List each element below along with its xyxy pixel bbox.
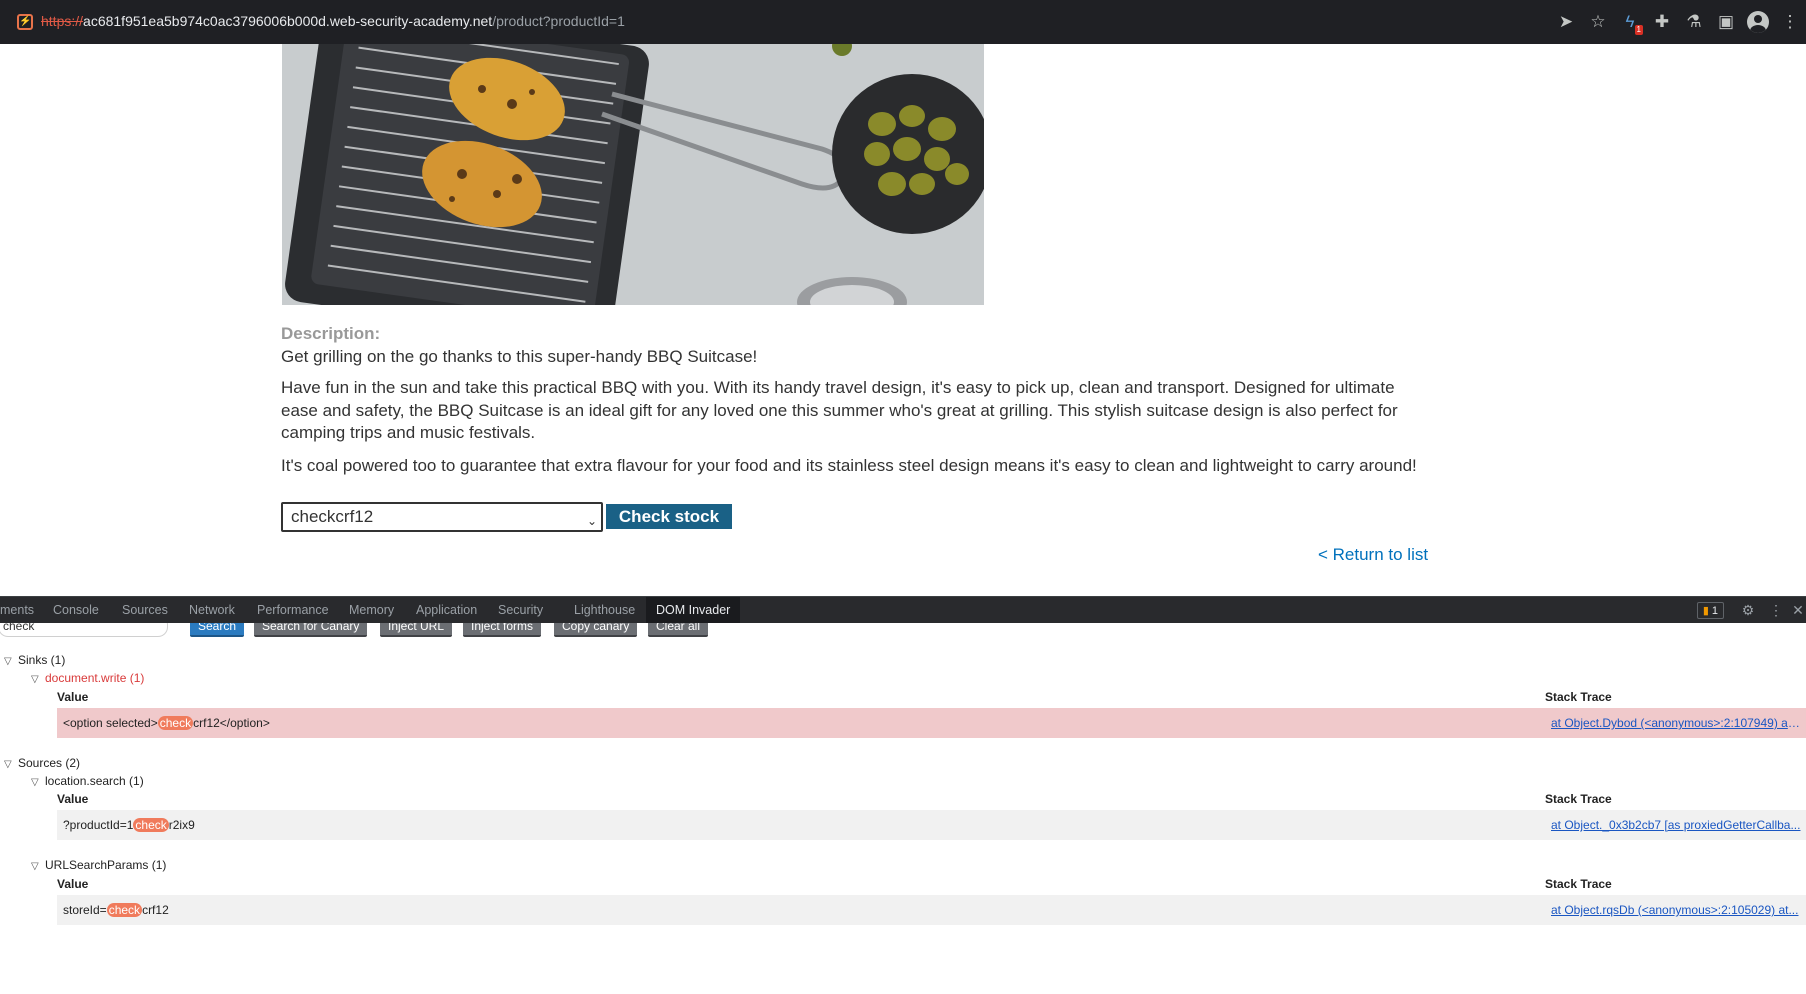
urlsearchparams-tree-node[interactable]: ▽ URLSearchParams (1) [31, 858, 166, 872]
tab-memory[interactable]: Memory [349, 597, 394, 624]
stack-trace-link[interactable]: at Object._0x3b2cb7 [as proxiedGetterCal… [1551, 818, 1801, 832]
table-row: ?productId=1 check r2ix9 at Object._0x3b2c… [57, 810, 1806, 840]
browser-toolbar: ⚡ https://ac681f951ea5b974c0ac3796006b00… [0, 0, 1806, 44]
canary-highlight: check [133, 818, 169, 832]
location-search-tree-node[interactable]: ▽ location.search (1) [31, 774, 144, 788]
store-select[interactable]: checkcrf12 ⌄ [281, 502, 603, 532]
table-row: storeId= check crf12 at Object.rqsDb (<ano… [57, 895, 1806, 925]
value-prefix: ?productId=1 [63, 818, 134, 832]
clear-all-button[interactable]: Clear all [648, 623, 709, 637]
description-paragraph: Have fun in the sun and take this practi… [281, 378, 1398, 442]
value-prefix: storeId= [63, 903, 107, 917]
search-input[interactable]: check [0, 623, 168, 637]
address-bar[interactable]: https://ac681f951ea5b974c0ac3796006b000d… [41, 13, 625, 29]
extension-badge-count: 1 [1634, 25, 1643, 35]
store-select-value: checkcrf12 [291, 507, 374, 526]
value-suffix: r2ix9 [168, 818, 195, 832]
url-scheme: https:// [41, 13, 84, 29]
issues-badge[interactable]: ▮ 1 [1696, 602, 1724, 619]
sources-label: Sources (2) [18, 756, 81, 770]
chevron-down-icon: ▽ [31, 674, 39, 685]
tab-dom-invader[interactable]: DOM Invader [646, 597, 741, 624]
issues-count: 1 [1711, 605, 1718, 617]
stack-trace-column-header: Stack Trace [1545, 877, 1612, 891]
chevron-down-icon: ▽ [31, 861, 39, 872]
site-info-icon[interactable]: ⚡ [17, 14, 33, 30]
chevron-down-icon: ⌄ [586, 514, 597, 528]
tab-elements[interactable]: ments [0, 597, 34, 624]
stack-trace-link[interactable]: at Object.Dybod (<anonymous>:2:107949) a… [1551, 716, 1801, 730]
stack-trace-link[interactable]: at Object.rqsDb (<anonymous>:2:105029) a… [1551, 903, 1801, 917]
value-suffix: crf12</option> [193, 716, 270, 730]
table-row: <option selected> check crf12</option> at … [57, 708, 1806, 738]
profile-icon[interactable] [1742, 6, 1774, 38]
description-label: Description: [281, 324, 381, 343]
search-input-value: check [3, 623, 35, 633]
description-paragraph: It's coal powered too to guarantee that … [281, 456, 1417, 475]
inject-forms-button[interactable]: Inject forms [463, 623, 542, 637]
avatar [1747, 11, 1769, 33]
gear-icon[interactable]: ⚙ [1734, 602, 1762, 619]
chevron-down-icon: ▽ [4, 759, 12, 770]
devtools-tab-bar: ments Console Sources Network Performanc… [0, 596, 1806, 624]
tab-lighthouse[interactable]: Lighthouse [574, 597, 635, 624]
copy-canary-button[interactable]: Copy canary [554, 623, 638, 637]
more-icon[interactable]: ⋮ [1762, 602, 1790, 619]
product-image [282, 44, 984, 305]
value-column-header: Value [57, 690, 89, 704]
value-prefix: <option selected> [63, 716, 158, 730]
location-search-label: location.search (1) [45, 774, 144, 788]
value-column-header: Value [57, 877, 89, 891]
sink-value: <option selected> check crf12</option> [63, 716, 270, 730]
tab-performance[interactable]: Performance [257, 597, 329, 624]
source-value: storeId= check crf12 [63, 903, 169, 917]
bbq-photo [282, 44, 984, 305]
url-host: ac681f951ea5b974c0ac3796006b000d.web-sec… [83, 13, 493, 29]
check-stock-button[interactable]: Check stock [606, 504, 732, 529]
canary-highlight: check [157, 716, 194, 730]
search-canary-button[interactable]: Search for Canary [254, 623, 368, 637]
sidebar-icon[interactable]: ▣ [1710, 6, 1742, 38]
sinks-label: Sinks (1) [18, 653, 66, 667]
search-button[interactable]: Search [190, 623, 245, 637]
urlsearchparams-label: URLSearchParams (1) [45, 858, 167, 872]
tab-console[interactable]: Console [53, 597, 99, 624]
stack-trace-column-header: Stack Trace [1545, 690, 1612, 704]
chevron-down-icon: ▽ [31, 777, 39, 788]
dom-invader-panel: check Search Search for Canary Inject UR… [0, 623, 1806, 994]
menu-icon[interactable]: ⋮ [1774, 6, 1806, 38]
sources-tree-node[interactable]: ▽ Sources (2) [4, 756, 80, 770]
stack-trace-column-header: Stack Trace [1545, 792, 1612, 806]
source-value: ?productId=1 check r2ix9 [63, 818, 195, 832]
document-write-label: document.write (1) [45, 671, 145, 685]
tab-application[interactable]: Application [416, 597, 477, 624]
inject-url-button[interactable]: Inject URL [380, 623, 453, 637]
sinks-tree-node[interactable]: ▽ Sinks (1) [4, 653, 65, 667]
lab-flask-icon[interactable]: ⚗ [1678, 6, 1710, 38]
document-write-tree-node[interactable]: ▽ document.write (1) [31, 671, 144, 685]
chevron-down-icon: ▽ [4, 656, 12, 667]
tab-security[interactable]: Security [498, 597, 543, 624]
tab-network[interactable]: Network [189, 597, 235, 624]
send-icon[interactable]: ➤ [1550, 6, 1582, 38]
issue-flag-icon: ▮ [1702, 605, 1709, 617]
extension-badge-icon[interactable]: ϟ1 [1614, 6, 1646, 38]
url-path: /product?productId=1 [492, 13, 625, 29]
return-to-list-link[interactable]: < Return to list [1318, 545, 1428, 565]
star-icon[interactable]: ☆ [1582, 6, 1614, 38]
puzzle-icon[interactable]: ✚ [1646, 6, 1678, 38]
close-icon[interactable]: ✕ [1790, 602, 1806, 619]
value-suffix: crf12 [142, 903, 169, 917]
description-paragraph: Get grilling on the go thanks to this su… [281, 347, 758, 366]
value-column-header: Value [57, 792, 89, 806]
canary-highlight: check [106, 903, 143, 917]
tab-sources[interactable]: Sources [122, 597, 168, 624]
